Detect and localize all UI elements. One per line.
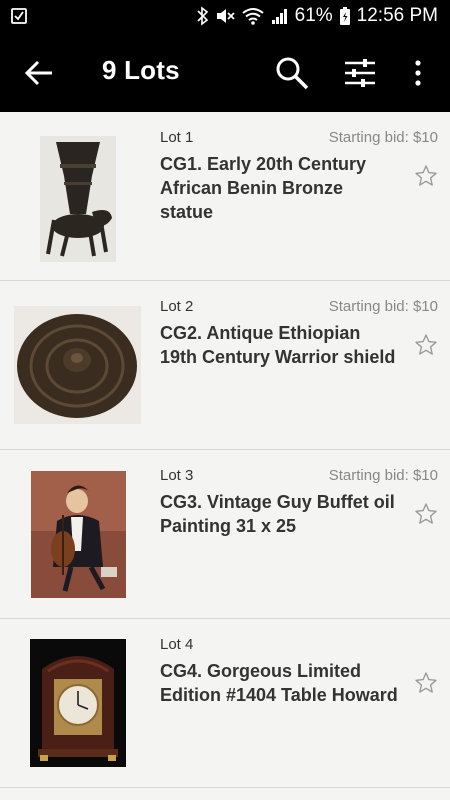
wifi-icon bbox=[241, 6, 265, 26]
battery-icon bbox=[339, 6, 351, 26]
lot-item[interactable]: Lot 2 Starting bid: $10 CG2. Antique Eth… bbox=[0, 281, 450, 450]
app-bar: 9 Lots bbox=[0, 33, 450, 112]
lot-item[interactable]: Lot 3 Starting bid: $10 CG3. Vintage Guy… bbox=[0, 450, 450, 619]
star-icon[interactable] bbox=[414, 671, 438, 695]
back-arrow-icon[interactable] bbox=[22, 57, 56, 89]
oil-painting-thumbnail bbox=[31, 471, 126, 598]
lot-number: Lot 3 bbox=[160, 467, 194, 484]
lot-number: Lot 4 bbox=[160, 636, 194, 653]
page-title: 9 Lots bbox=[102, 55, 180, 85]
lot-number: Lot 2 bbox=[160, 298, 194, 315]
checklist-icon bbox=[10, 7, 28, 25]
search-icon[interactable] bbox=[274, 55, 310, 91]
battery-percent: 61% bbox=[294, 5, 333, 26]
signal-icon bbox=[271, 7, 289, 25]
lot-title: CG3. Vintage Guy Buffet oil Painting 31 … bbox=[160, 492, 395, 536]
star-icon[interactable] bbox=[414, 502, 438, 526]
lot-title: CG1. Early 20th Century African Benin Br… bbox=[160, 154, 367, 222]
mute-icon bbox=[215, 6, 235, 26]
star-icon[interactable] bbox=[414, 333, 438, 357]
star-icon[interactable] bbox=[414, 164, 438, 188]
lot-number: Lot 1 bbox=[160, 129, 194, 146]
starting-bid: Starting bid: $10 bbox=[328, 129, 438, 146]
lot-item[interactable]: Lot 4 CG4. Gorgeous Limited Edition #140… bbox=[0, 619, 450, 788]
lot-title: CG2. Antique Ethiopian 19th Century Warr… bbox=[160, 323, 396, 367]
status-bar: 61% 12:56 PM bbox=[0, 0, 450, 33]
table-clock-thumbnail bbox=[30, 639, 126, 767]
lot-item[interactable]: Lot 1 Starting bid: $10 CG1. Early 20th … bbox=[0, 112, 450, 281]
bronze-statue-thumbnail bbox=[40, 136, 116, 262]
clock-time: 12:56 PM bbox=[356, 5, 438, 26]
more-vert-icon[interactable] bbox=[408, 57, 428, 89]
starting-bid: Starting bid: $10 bbox=[328, 298, 438, 315]
filter-icon[interactable] bbox=[343, 58, 377, 88]
warrior-shield-thumbnail bbox=[14, 306, 141, 424]
lot-list: Lot 1 Starting bid: $10 CG1. Early 20th … bbox=[0, 112, 450, 788]
lot-title: CG4. Gorgeous Limited Edition #1404 Tabl… bbox=[160, 661, 398, 705]
bluetooth-icon bbox=[197, 6, 209, 26]
starting-bid: Starting bid: $10 bbox=[328, 467, 438, 484]
